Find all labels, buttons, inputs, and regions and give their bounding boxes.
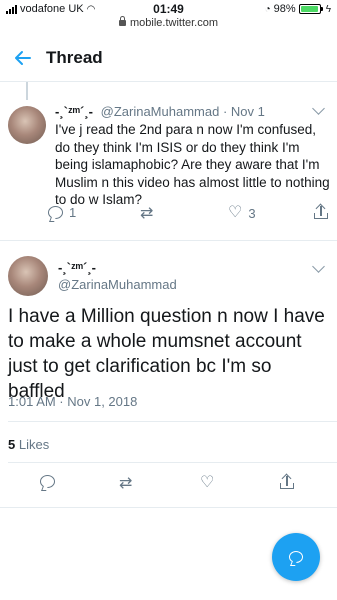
retweet-icon: ⇄ (140, 203, 154, 222)
tweet-timestamp[interactable]: 1:01 AM · Nov 1, 2018 (8, 394, 137, 409)
handle[interactable]: @ZarinaMuhammad (58, 277, 177, 292)
status-bar: vodafone UK ◠ 01:49 ◔ 98% ϟ mobile.twitt… (0, 0, 337, 34)
retweet-button[interactable]: ⇄ (119, 475, 132, 491)
thread-header: Thread (0, 34, 337, 82)
like-button[interactable]: ♡ 3 (228, 205, 256, 221)
compose-reply-button[interactable] (272, 533, 320, 581)
tweet-header: -¸`ᶻᵐ´¸- @ZarinaMuhammad · Nov 1 (55, 104, 307, 119)
likes-label: Likes (18, 437, 50, 452)
likes-count: 5 (8, 437, 16, 452)
chevron-down-icon[interactable] (312, 260, 325, 273)
tweet-date[interactable]: Nov 1 (231, 104, 265, 119)
separator-dot: · (222, 104, 231, 119)
avatar[interactable] (8, 256, 48, 296)
like-button[interactable]: ♡ (200, 475, 214, 491)
charging-icon: ϟ (325, 3, 331, 15)
reply-count: 1 (69, 205, 77, 220)
likes-summary[interactable]: 5 Likes (8, 437, 49, 452)
like-icon: ♡ (228, 204, 243, 221)
tweet-text: I have a Million question n now I have t… (8, 306, 325, 402)
compose-reply-icon (289, 551, 303, 563)
display-name[interactable]: -¸`ᶻᵐ´¸- (58, 260, 96, 275)
divider (8, 462, 337, 463)
page-title: Thread (46, 47, 103, 67)
share-button[interactable] (280, 473, 294, 489)
battery-info: ◔ 98% ϟ (265, 3, 331, 15)
retweet-button[interactable]: ⇄ (140, 205, 153, 221)
tweet-actions: 1 ⇄ ♡ 3 (48, 203, 333, 227)
display-name[interactable]: -¸`ᶻᵐ´¸- (55, 104, 93, 119)
share-icon (280, 473, 294, 489)
back-arrow-icon (15, 50, 31, 65)
reply-icon (48, 206, 63, 219)
like-count: 3 (248, 205, 256, 221)
share-icon (314, 203, 328, 219)
reply-icon (40, 475, 55, 488)
chevron-down-icon[interactable] (312, 102, 325, 115)
tweet-actions: ⇄ ♡ (0, 473, 337, 497)
handle[interactable]: @ZarinaMuhammad (101, 104, 220, 119)
tweet-text: I've j read the 2nd para n now I'm confu… (55, 122, 330, 207)
orientation-lock-icon: ◔ (264, 3, 271, 15)
lock-icon (118, 16, 126, 26)
reply-button[interactable] (40, 475, 55, 488)
url-text: mobile.twitter.com (129, 17, 219, 29)
retweet-icon: ⇄ (119, 473, 133, 492)
divider (8, 421, 337, 422)
divider (0, 507, 337, 508)
battery-icon (298, 4, 323, 14)
reply-button[interactable]: 1 (48, 205, 76, 220)
address-bar[interactable]: mobile.twitter.com (0, 16, 337, 29)
share-button[interactable] (314, 203, 328, 219)
back-button[interactable] (0, 34, 46, 82)
parent-tweet[interactable]: -¸`ᶻᵐ´¸- @ZarinaMuhammad · Nov 1 I've j … (0, 96, 337, 241)
avatar[interactable] (8, 106, 46, 144)
battery-percent: 98% (273, 3, 296, 15)
like-icon: ♡ (200, 474, 215, 491)
